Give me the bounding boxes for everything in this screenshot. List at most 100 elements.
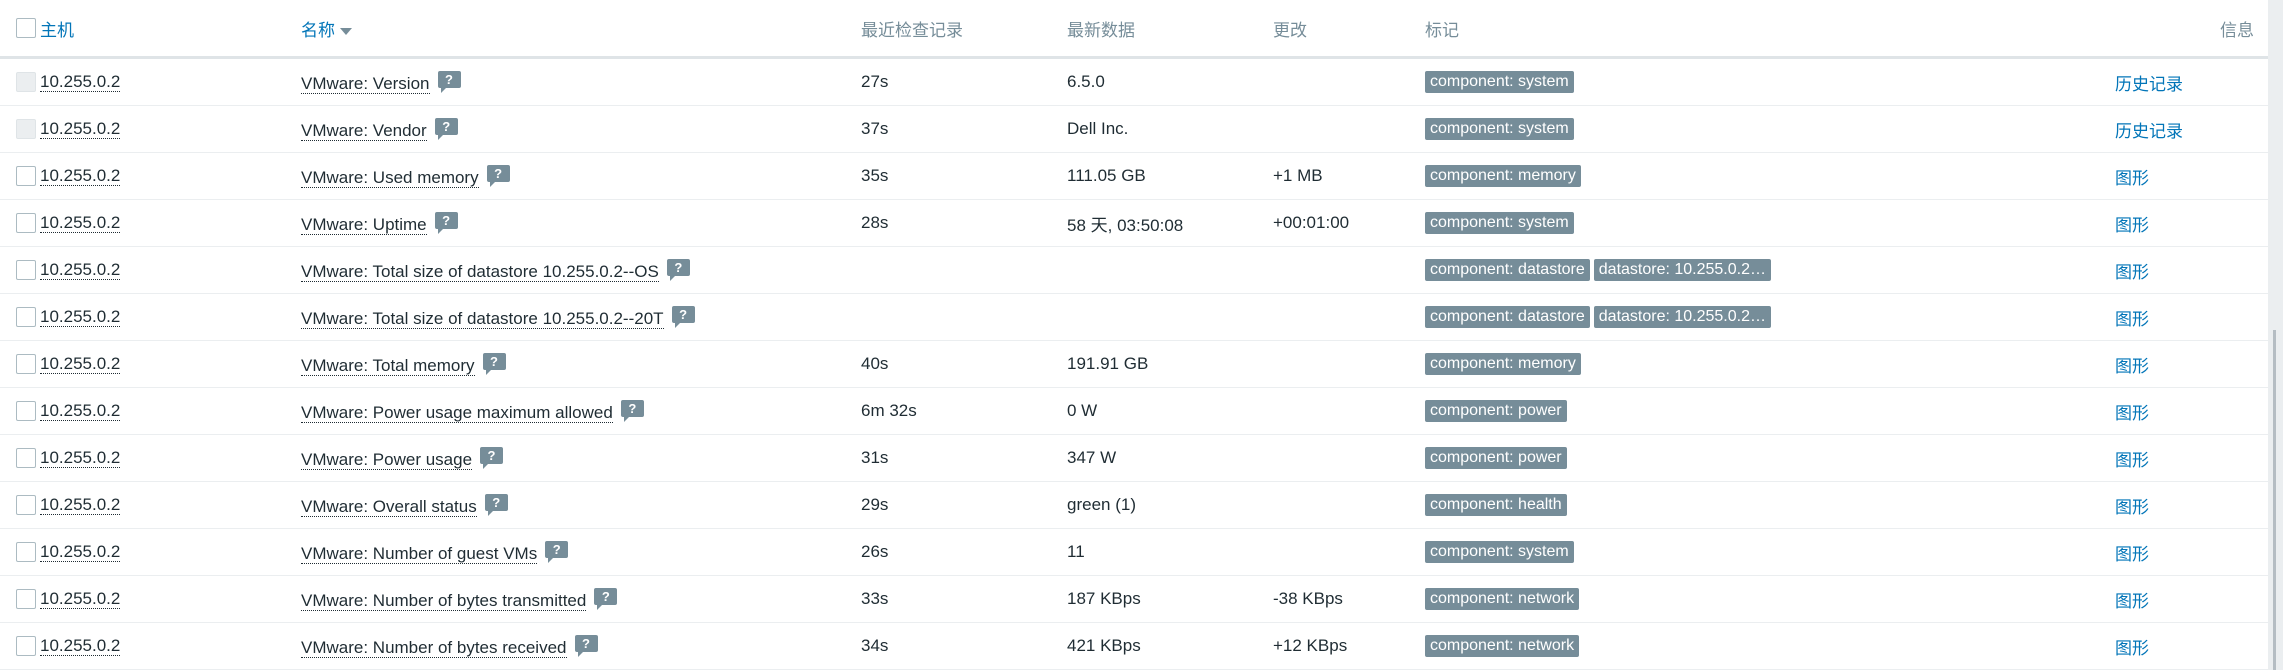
tag-badge[interactable]: component: network: [1425, 635, 1580, 657]
item-name-link[interactable]: VMware: Power usage: [301, 449, 473, 470]
row-checkbox[interactable]: [16, 213, 36, 234]
item-name-cell: VMware: Power usage?: [301, 434, 861, 482]
vertical-scrollbar[interactable]: [2268, 0, 2283, 670]
column-host-label[interactable]: 主机: [40, 21, 74, 40]
row-checkbox-cell: [0, 481, 40, 529]
graph-link[interactable]: 图形: [2115, 451, 2149, 470]
tag-badge[interactable]: datastore: 10.255.0.2…: [1593, 259, 1771, 281]
graph-link[interactable]: 图形: [2115, 639, 2149, 658]
item-name-link[interactable]: VMware: Total size of datastore 10.255.0…: [301, 261, 659, 282]
tag-badge[interactable]: component: system: [1425, 118, 1574, 140]
item-name-link[interactable]: VMware: Total memory: [301, 355, 475, 376]
row-checkbox[interactable]: [16, 307, 36, 328]
host-link[interactable]: 10.255.0.2: [40, 119, 121, 139]
help-hint-icon[interactable]: ?: [620, 399, 644, 422]
column-name[interactable]: 名称: [301, 0, 861, 59]
tag-badge[interactable]: component: power: [1425, 400, 1567, 422]
host-cell: 10.255.0.2: [40, 152, 301, 200]
item-name-link[interactable]: VMware: Power usage maximum allowed: [301, 402, 613, 423]
help-hint-icon[interactable]: ?: [482, 352, 506, 375]
graph-link[interactable]: 图形: [2115, 545, 2149, 564]
host-link[interactable]: 10.255.0.2: [40, 495, 121, 515]
tag-badge[interactable]: component: system: [1425, 541, 1574, 563]
tag-badge[interactable]: component: network: [1425, 588, 1580, 610]
row-checkbox[interactable]: [16, 401, 36, 422]
graph-link[interactable]: 图形: [2115, 592, 2149, 611]
item-name-link[interactable]: VMware: Version: [301, 73, 430, 94]
host-link[interactable]: 10.255.0.2: [40, 307, 121, 327]
row-checkbox[interactable]: [16, 636, 36, 657]
tag-badge[interactable]: component: datastore: [1425, 259, 1590, 281]
column-name-label[interactable]: 名称: [301, 21, 335, 40]
item-name-link[interactable]: VMware: Used memory: [301, 167, 479, 188]
help-hint-icon[interactable]: ?: [437, 70, 461, 93]
item-name-cell: VMware: Version?: [301, 57, 861, 106]
history-link[interactable]: 历史记录: [2115, 75, 2183, 94]
table-row: 10.255.0.2 VMware: Version? 27s 6.5.0 co…: [0, 57, 2268, 106]
host-link[interactable]: 10.255.0.2: [40, 636, 121, 656]
item-name-link[interactable]: VMware: Number of guest VMs: [301, 543, 538, 564]
help-hint-icon[interactable]: ?: [480, 446, 504, 469]
scrollbar-thumb[interactable]: [2273, 330, 2276, 670]
graph-link[interactable]: 图形: [2115, 216, 2149, 235]
item-name-link[interactable]: VMware: Vendor: [301, 120, 427, 141]
host-link[interactable]: 10.255.0.2: [40, 401, 121, 421]
tag-badge[interactable]: datastore: 10.255.0.2…: [1593, 306, 1771, 328]
help-hint-icon[interactable]: ?: [574, 634, 598, 657]
host-link[interactable]: 10.255.0.2: [40, 260, 121, 280]
host-link[interactable]: 10.255.0.2: [40, 542, 121, 562]
host-link[interactable]: 10.255.0.2: [40, 589, 121, 609]
help-hint-icon[interactable]: ?: [486, 164, 510, 187]
help-hint-icon[interactable]: ?: [434, 211, 458, 234]
last-check-cell: 27s: [861, 57, 1067, 106]
host-link[interactable]: 10.255.0.2: [40, 448, 121, 468]
graph-link[interactable]: 图形: [2115, 357, 2149, 376]
help-hint-icon[interactable]: ?: [434, 117, 458, 140]
tag-badge[interactable]: component: health: [1425, 494, 1567, 516]
item-name-link[interactable]: VMware: Overall status: [301, 496, 477, 517]
change-cell: [1273, 293, 1425, 341]
item-name-link[interactable]: VMware: Uptime: [301, 214, 427, 235]
action-cell: 图形: [2115, 246, 2268, 294]
latest-data-panel: 主机 名称 最近检查记录 最新数据 更改 标记 信息 10.255.0.2 VM…: [0, 0, 2268, 670]
tag-badge[interactable]: component: power: [1425, 447, 1567, 469]
row-checkbox[interactable]: [16, 260, 36, 281]
tag-badge[interactable]: component: memory: [1425, 165, 1581, 187]
host-link[interactable]: 10.255.0.2: [40, 213, 121, 233]
tag-badge[interactable]: component: memory: [1425, 353, 1581, 375]
row-checkbox[interactable]: [16, 542, 36, 563]
row-checkbox[interactable]: [16, 589, 36, 610]
column-host[interactable]: 主机: [40, 0, 301, 59]
help-hint-icon[interactable]: ?: [671, 305, 695, 328]
item-name-link[interactable]: VMware: Number of bytes transmitted: [301, 590, 587, 611]
help-hint-icon[interactable]: ?: [594, 587, 618, 610]
help-hint-icon[interactable]: ?: [545, 540, 569, 563]
graph-link[interactable]: 图形: [2115, 263, 2149, 282]
history-link[interactable]: 历史记录: [2115, 122, 2183, 141]
action-cell: 图形: [2115, 340, 2268, 388]
tag-badge[interactable]: component: system: [1425, 212, 1574, 234]
graph-link[interactable]: 图形: [2115, 498, 2149, 517]
row-checkbox[interactable]: [16, 354, 36, 375]
row-checkbox[interactable]: [16, 448, 36, 469]
table-row: 10.255.0.2 VMware: Number of guest VMs? …: [0, 528, 2268, 576]
tag-badge[interactable]: component: datastore: [1425, 306, 1590, 328]
host-link[interactable]: 10.255.0.2: [40, 354, 121, 374]
graph-link[interactable]: 图形: [2115, 310, 2149, 329]
host-link[interactable]: 10.255.0.2: [40, 72, 121, 92]
change-cell: [1273, 387, 1425, 435]
help-hint-icon[interactable]: ?: [666, 258, 690, 281]
item-name-link[interactable]: VMware: Number of bytes received: [301, 637, 567, 658]
row-checkbox-cell: [0, 57, 40, 106]
graph-link[interactable]: 图形: [2115, 169, 2149, 188]
column-last-check-label: 最近检查记录: [861, 20, 963, 40]
item-name-link[interactable]: VMware: Total size of datastore 10.255.0…: [301, 308, 664, 329]
row-checkbox[interactable]: [16, 166, 36, 187]
help-hint-icon[interactable]: ?: [484, 493, 508, 516]
select-all-checkbox[interactable]: [16, 18, 36, 39]
graph-link[interactable]: 图形: [2115, 404, 2149, 423]
tag-badge[interactable]: component: system: [1425, 71, 1574, 93]
row-checkbox[interactable]: [16, 495, 36, 516]
last-check-cell: 6m 32s: [861, 387, 1067, 435]
host-link[interactable]: 10.255.0.2: [40, 166, 121, 186]
